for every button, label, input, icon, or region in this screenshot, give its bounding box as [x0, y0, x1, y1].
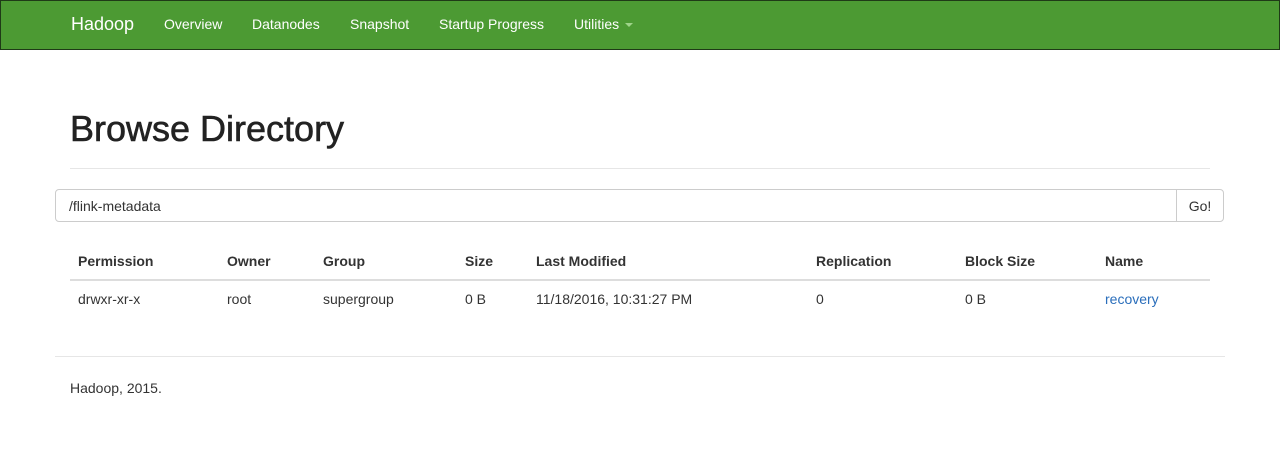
page-title: Browse Directory [70, 108, 345, 150]
column-header-permission[interactable]: Permission [78, 253, 153, 269]
caret-down-icon [625, 23, 634, 28]
cell-replication: 0 [816, 291, 824, 307]
footer-text: Hadoop, 2015. [70, 380, 162, 396]
title-divider [70, 168, 1210, 169]
column-header-owner[interactable]: Owner [227, 253, 271, 269]
nav-item-snapshot[interactable]: Snapshot [350, 16, 409, 32]
nav-item-utilities[interactable]: Utilities [574, 16, 634, 32]
brand-link[interactable]: Hadoop [71, 14, 134, 35]
cell-block-size: 0 B [965, 291, 987, 307]
column-header-size[interactable]: Size [465, 253, 493, 269]
cell-size: 0 B [465, 291, 487, 307]
go-button[interactable]: Go! [1176, 189, 1224, 222]
column-header-group[interactable]: Group [323, 253, 365, 269]
column-header-name[interactable]: Name [1105, 253, 1143, 269]
table-header-divider [70, 279, 1210, 281]
cell-permission: drwxr-xr-x [78, 291, 141, 307]
cell-last-modified: 11/18/2016, 10:31:27 PM [536, 291, 693, 307]
cell-name-link[interactable]: recovery [1105, 291, 1159, 307]
cell-owner: root [227, 291, 252, 307]
nav-item-startup-progress[interactable]: Startup Progress [439, 16, 544, 32]
top-navbar: Hadoop Overview Datanodes Snapshot Start… [0, 0, 1280, 50]
column-header-last-modified[interactable]: Last Modified [536, 253, 626, 269]
nav-item-overview[interactable]: Overview [164, 16, 222, 32]
cell-group: supergroup [323, 291, 394, 307]
column-header-block-size[interactable]: Block Size [965, 253, 1035, 269]
nav-item-utilities-label: Utilities [574, 16, 620, 32]
column-header-replication[interactable]: Replication [816, 253, 891, 269]
nav-item-datanodes[interactable]: Datanodes [252, 16, 320, 32]
footer-divider [55, 356, 1225, 357]
directory-path-input[interactable] [55, 189, 1177, 222]
